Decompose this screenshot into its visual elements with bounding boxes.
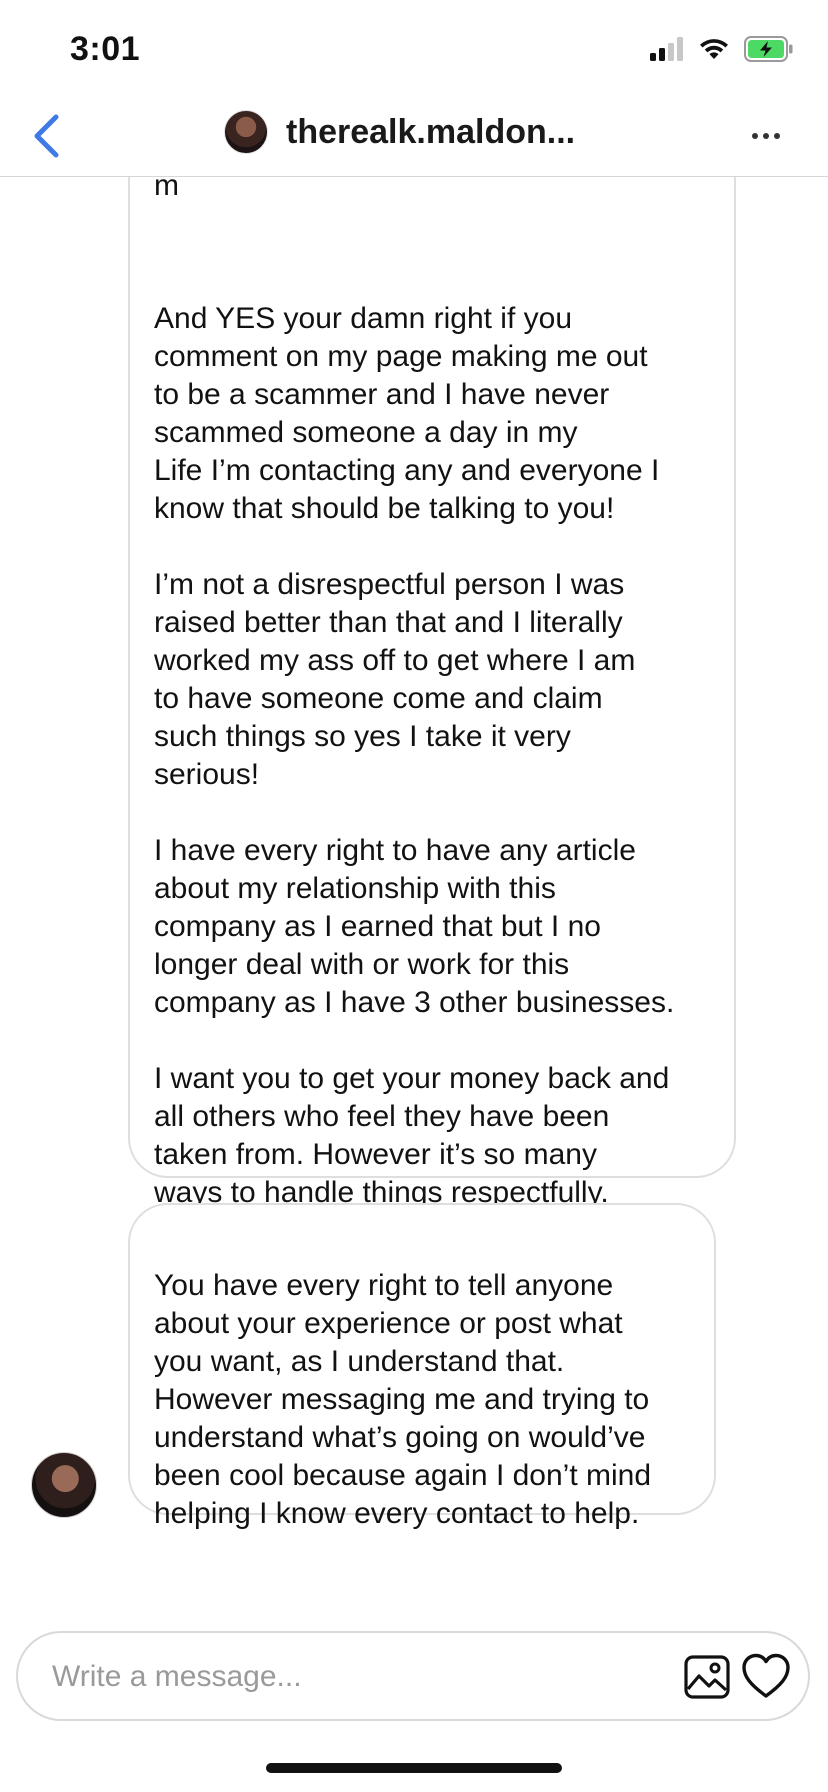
back-button[interactable]	[18, 108, 74, 164]
ellipsis-dot	[763, 133, 769, 139]
chevron-left-icon	[34, 114, 59, 158]
cellular-signal-icon	[650, 37, 683, 61]
status-icons	[650, 34, 794, 64]
message-text: m	[154, 177, 179, 202]
username: therealk.maldon...	[286, 112, 576, 151]
message-bubble[interactable]: You have every right to tell anyone abou…	[128, 1203, 716, 1530]
home-indicator	[266, 1763, 562, 1773]
message-text: You have every right to tell anyone abou…	[154, 1269, 652, 1530]
message-input[interactable]	[50, 1647, 654, 1707]
image-icon	[684, 1655, 730, 1699]
status-bar: 3:01	[0, 0, 828, 96]
message-bubble[interactable]: m And YES your damn right if you comment…	[128, 177, 736, 1209]
like-button[interactable]	[740, 1651, 792, 1701]
conversation-header: therealk.maldon...	[0, 96, 828, 177]
heart-icon	[742, 1653, 790, 1698]
conversation-title[interactable]: therealk.maldon...	[224, 110, 575, 154]
message-paragraph: I want you to get your money back and al…	[154, 1062, 670, 1209]
status-time: 3:01	[70, 30, 141, 68]
avatar	[224, 110, 268, 154]
ellipsis-dot	[774, 133, 780, 139]
message-paragraph: I’m not a disrespectful person I was rai…	[154, 568, 636, 791]
message-paragraph: And YES your damn right if you comment o…	[154, 302, 660, 525]
image-button[interactable]	[682, 1652, 732, 1702]
wifi-icon	[700, 39, 728, 59]
more-options-button[interactable]	[744, 118, 788, 154]
message-thread[interactable]: m And YES your damn right if you comment…	[0, 177, 828, 1607]
message-composer	[16, 1631, 810, 1721]
ellipsis-icon	[752, 133, 758, 139]
sender-avatar[interactable]	[31, 1452, 97, 1518]
battery-charging-icon	[744, 36, 793, 62]
message-paragraph: I have every right to have any article a…	[154, 834, 675, 1019]
